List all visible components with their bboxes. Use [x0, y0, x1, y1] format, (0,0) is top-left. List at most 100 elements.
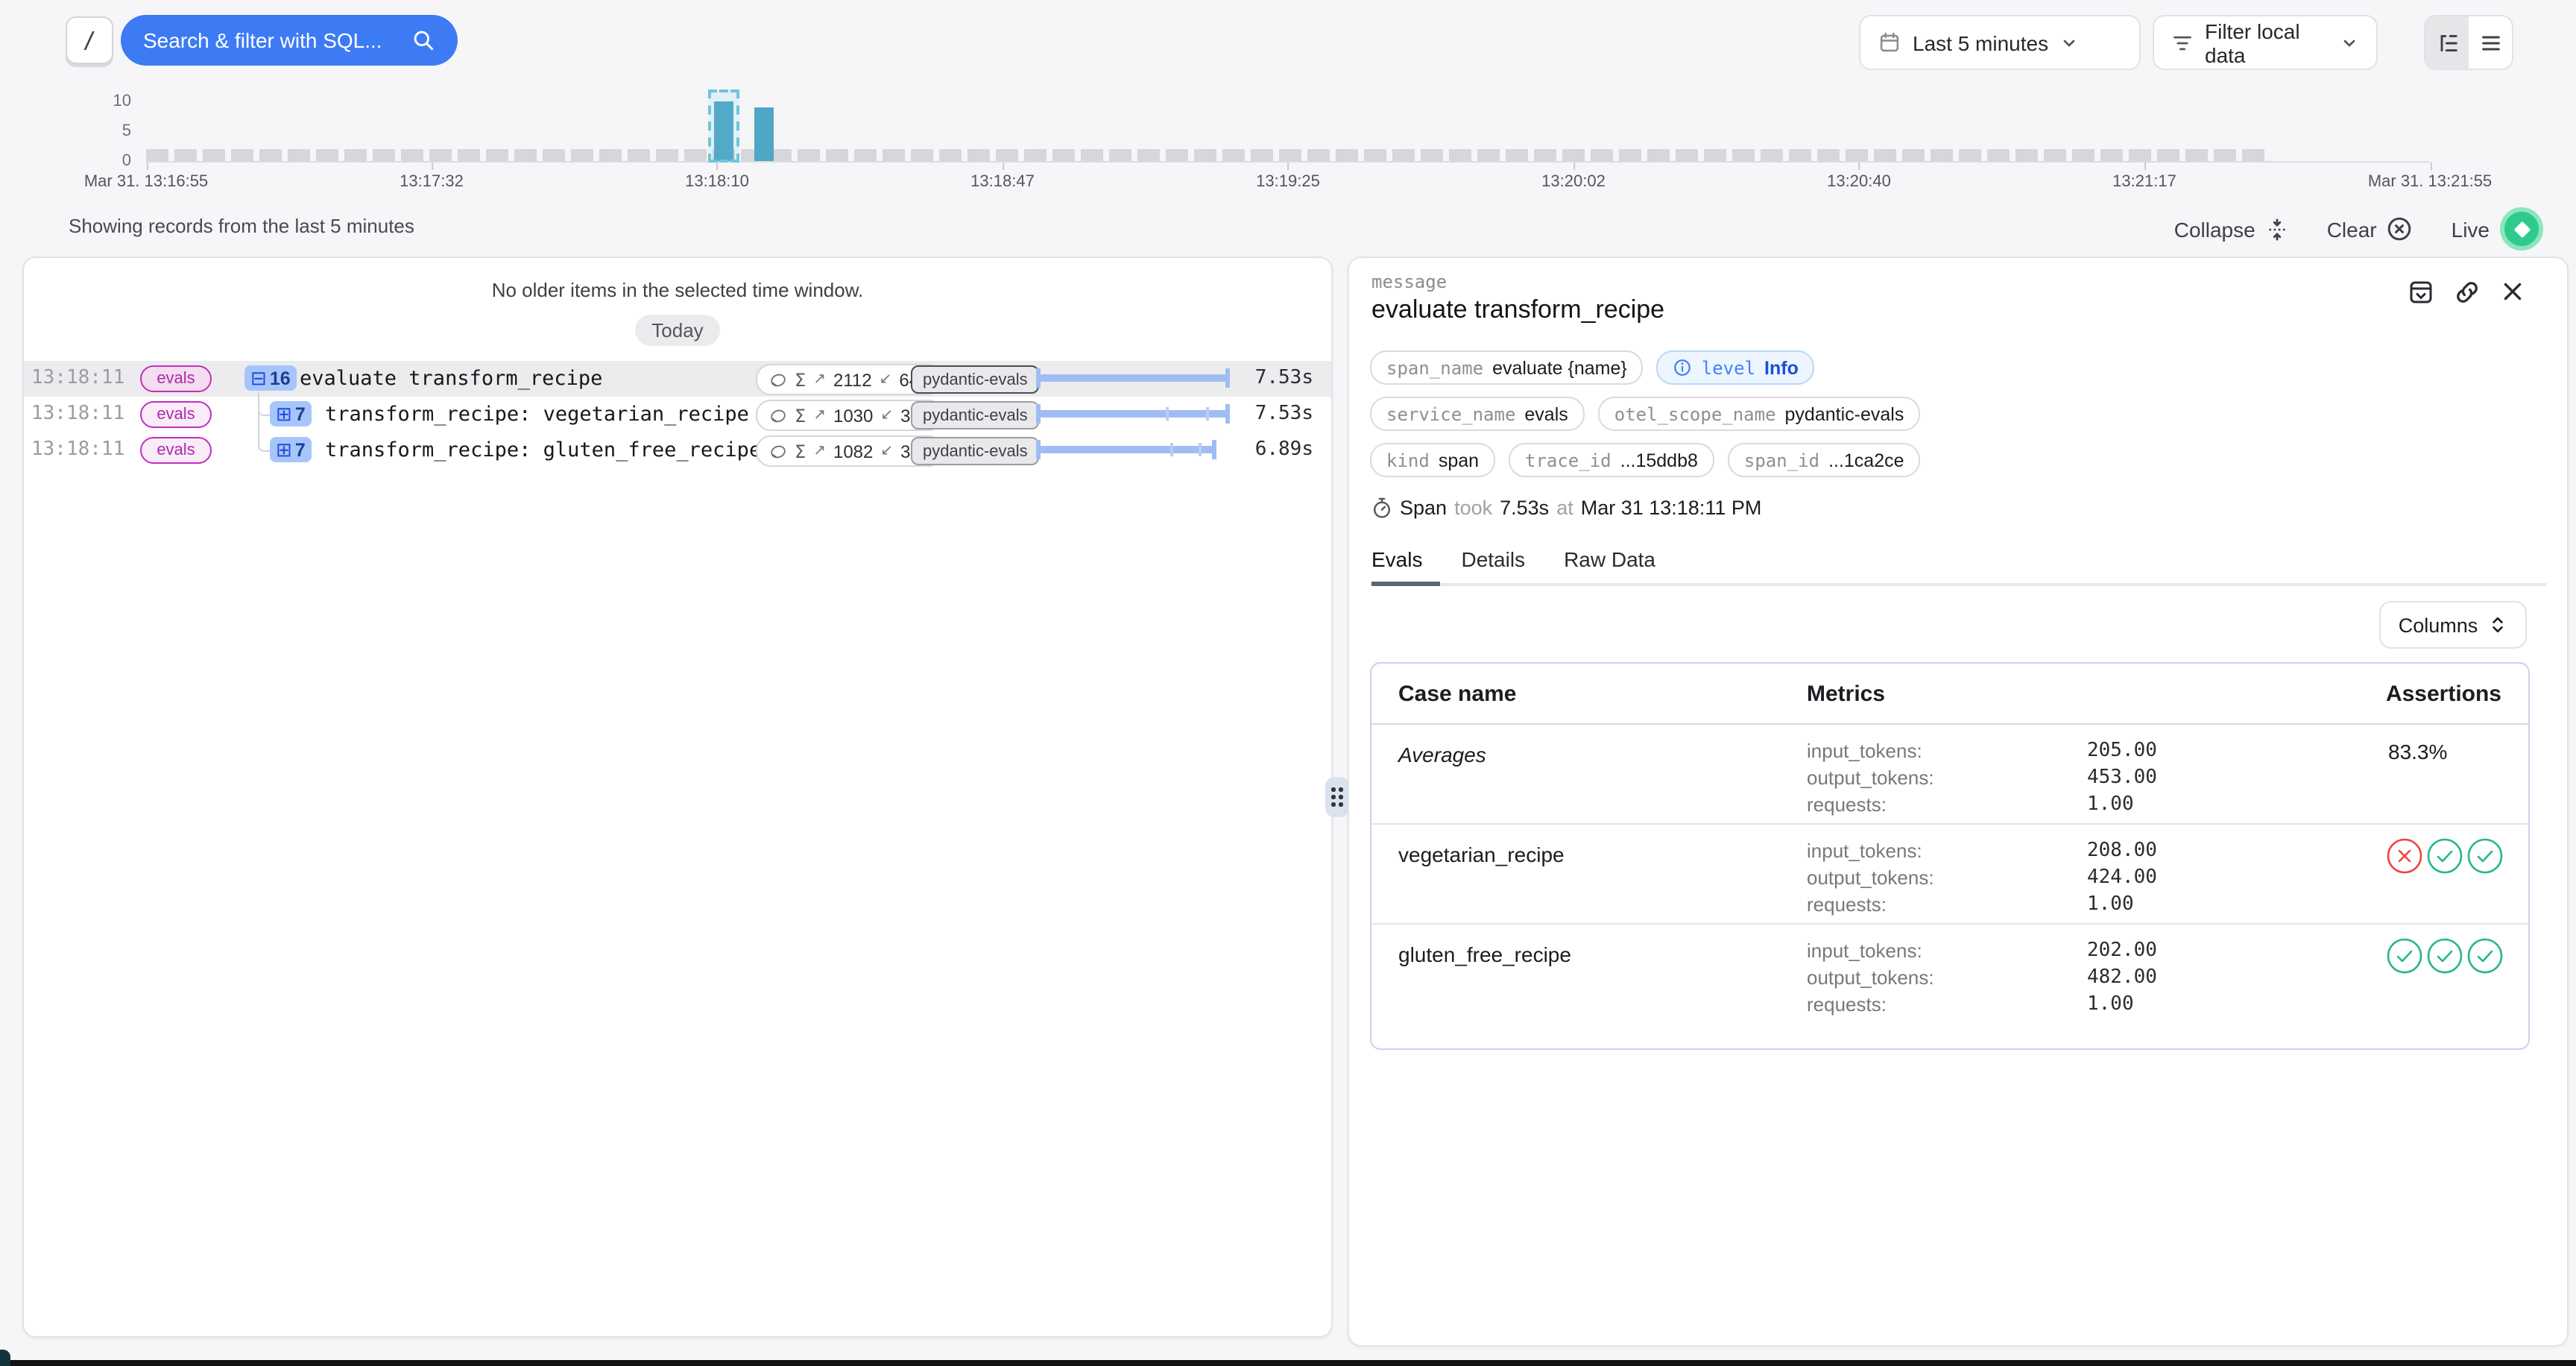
copy-link-icon[interactable]: [2454, 279, 2481, 306]
kind-pill[interactable]: kind span: [1370, 443, 1495, 477]
y-tick-label: 5: [86, 122, 131, 140]
close-icon[interactable]: [2500, 279, 2525, 306]
trace-id-pill[interactable]: trace_id ...15ddb8: [1509, 443, 1714, 477]
timing-duration: 7.53s: [1500, 497, 1549, 519]
detail-title: evaluate transform_recipe: [1371, 295, 1664, 325]
search-placeholder: Search & filter with SQL...: [143, 28, 411, 52]
timeline-plot-area[interactable]: [146, 101, 2430, 163]
table-row[interactable]: gluten_free_recipe input_tokens: 202.00 …: [1371, 925, 2528, 1050]
timeline-bar[interactable]: [715, 101, 734, 161]
expand-children-badge[interactable]: ⊞ 7: [270, 401, 312, 427]
row-timestamp: 13:18:11: [31, 367, 124, 389]
table-row[interactable]: vegetarian_recipe input_tokens: 208.00 o…: [1371, 825, 2528, 925]
table-row[interactable]: Averages input_tokens: 205.00 output_tok…: [1371, 725, 2528, 825]
assertion-pass-icon: [2425, 837, 2464, 875]
assertions-percentage: 83.3%: [2388, 740, 2447, 764]
arrow-up-right-icon: ↗: [813, 371, 826, 388]
metric-value: 453.00: [2087, 767, 2157, 789]
scope-tag[interactable]: pydantic-evals: [911, 365, 1040, 394]
filter-label: Filter local data: [2205, 19, 2329, 66]
metric-value: 205.00: [2087, 740, 2157, 762]
assertion-pass-icon: [2466, 937, 2504, 975]
metric-value: 482.00: [2087, 966, 2157, 989]
live-toggle[interactable]: Live: [2452, 207, 2543, 251]
evals-tag-pill[interactable]: evals: [140, 437, 212, 464]
clear-circle-x-icon: [2387, 216, 2413, 242]
collapse-button[interactable]: Collapse: [2174, 217, 2288, 241]
attr-key: span_id: [1744, 450, 1819, 470]
duration-text: 6.89s: [1255, 438, 1313, 461]
y-tick-label: 0: [86, 152, 131, 170]
record-row[interactable]: 13:18:11 evals ⊟ 16 evaluate transform_r…: [24, 361, 1331, 397]
metric-label: input_tokens:: [1807, 939, 1922, 962]
attr-value: ...1ca2ce: [1828, 450, 1904, 470]
coin-icon: [769, 371, 787, 388]
timeline-bar[interactable]: [754, 107, 773, 161]
span-name: evaluate transform_recipe: [300, 367, 602, 391]
timeline-chart: 10 5 0 Mar 31. 13:16:55 13:17:32 13:18:1…: [0, 78, 2576, 206]
evals-tag-pill[interactable]: evals: [140, 401, 212, 428]
tab-evals[interactable]: Evals: [1371, 547, 1422, 571]
level-pill[interactable]: level Info: [1657, 350, 1815, 385]
active-tab-underline: [1371, 582, 1440, 586]
metric-label: input_tokens:: [1807, 740, 1922, 762]
collapse-children-badge[interactable]: ⊟ 16: [244, 365, 297, 391]
list-view-button[interactable]: [2469, 16, 2512, 69]
attr-key: level: [1702, 357, 1755, 378]
attr-value: span: [1439, 450, 1479, 470]
duration-text: 7.53s: [1255, 403, 1313, 425]
evals-table: Case name Metrics Assertions Averages in…: [1370, 662, 2530, 1050]
panel-resize-handle[interactable]: [1325, 777, 1349, 817]
row-timestamp: 13:18:11: [31, 403, 124, 425]
window-bottom-edge: [0, 1360, 2576, 1366]
today-chip: Today: [635, 315, 719, 346]
attr-key: trace_id: [1525, 450, 1611, 470]
y-tick-label: 10: [86, 92, 131, 110]
open-in-drawer-icon[interactable]: [2408, 279, 2434, 306]
service-name-pill[interactable]: service_name evals: [1370, 397, 1585, 431]
metric-label: requests:: [1807, 993, 1887, 1016]
tokens-up-value: 1082: [833, 441, 873, 462]
app-root: / Search & filter with SQL... Last 5 min…: [0, 0, 2576, 1366]
search-button[interactable]: Search & filter with SQL...: [121, 15, 458, 66]
x-tick-label: 13:20:40: [1827, 173, 1891, 191]
time-range-select[interactable]: Last 5 minutes: [1859, 15, 2141, 70]
tree-view-button[interactable]: [2425, 16, 2469, 69]
span-name: transform_recipe: gluten_free_recipe: [325, 438, 761, 462]
metric-label: requests:: [1807, 793, 1887, 816]
x-tick-label: Mar 31. 13:21:55: [2368, 173, 2492, 191]
record-row[interactable]: 13:18:11 evals ⊞ 7 transform_recipe: glu…: [24, 432, 1331, 468]
filter-local-data-select[interactable]: Filter local data: [2153, 15, 2378, 70]
record-row[interactable]: 13:18:11 evals ⊞ 7 transform_recipe: veg…: [24, 397, 1331, 432]
evals-tag-pill[interactable]: evals: [140, 365, 212, 392]
tree-view-icon: [2435, 31, 2459, 54]
tab-details[interactable]: Details: [1461, 547, 1525, 571]
record-rows: 13:18:11 evals ⊟ 16 evaluate transform_r…: [24, 361, 1331, 468]
timing-at-word: at: [1556, 497, 1573, 519]
child-count: 7: [295, 403, 306, 424]
expand-children-badge[interactable]: ⊞ 7: [270, 437, 312, 462]
col-header-assertions: Assertions: [2386, 682, 2501, 707]
timing-timestamp: Mar 31 13:18:11 PM: [1581, 497, 1762, 519]
scope-tag[interactable]: pydantic-evals: [911, 401, 1040, 429]
otel-scope-name-pill[interactable]: otel_scope_name pydantic-evals: [1598, 397, 1921, 431]
col-header-metrics: Metrics: [1807, 682, 1885, 707]
tokens-up-value: 1030: [833, 405, 873, 426]
columns-button[interactable]: Columns: [2379, 601, 2527, 649]
row-timestamp: 13:18:11: [31, 438, 124, 461]
duration-text: 7.53s: [1255, 367, 1313, 389]
attr-value: evals: [1524, 403, 1568, 424]
x-tick-label: 13:18:47: [970, 173, 1035, 191]
columns-label: Columns: [2399, 614, 2478, 636]
metric-value: 1.00: [2087, 793, 2134, 816]
span-name: transform_recipe: vegetarian_recipe: [325, 403, 749, 427]
span-id-pill[interactable]: span_id ...1ca2ce: [1728, 443, 1921, 477]
span-name-pill[interactable]: span_name evaluate {name}: [1370, 350, 1644, 385]
metric-value: 424.00: [2087, 866, 2157, 889]
attr-value: ...15ddb8: [1620, 450, 1698, 470]
clear-button[interactable]: Clear: [2327, 216, 2413, 242]
tab-raw-data[interactable]: Raw Data: [1564, 547, 1655, 571]
chevron-down-icon: [2060, 34, 2078, 51]
scope-tag[interactable]: pydantic-evals: [911, 437, 1040, 465]
duration-bar: [1036, 440, 1230, 459]
